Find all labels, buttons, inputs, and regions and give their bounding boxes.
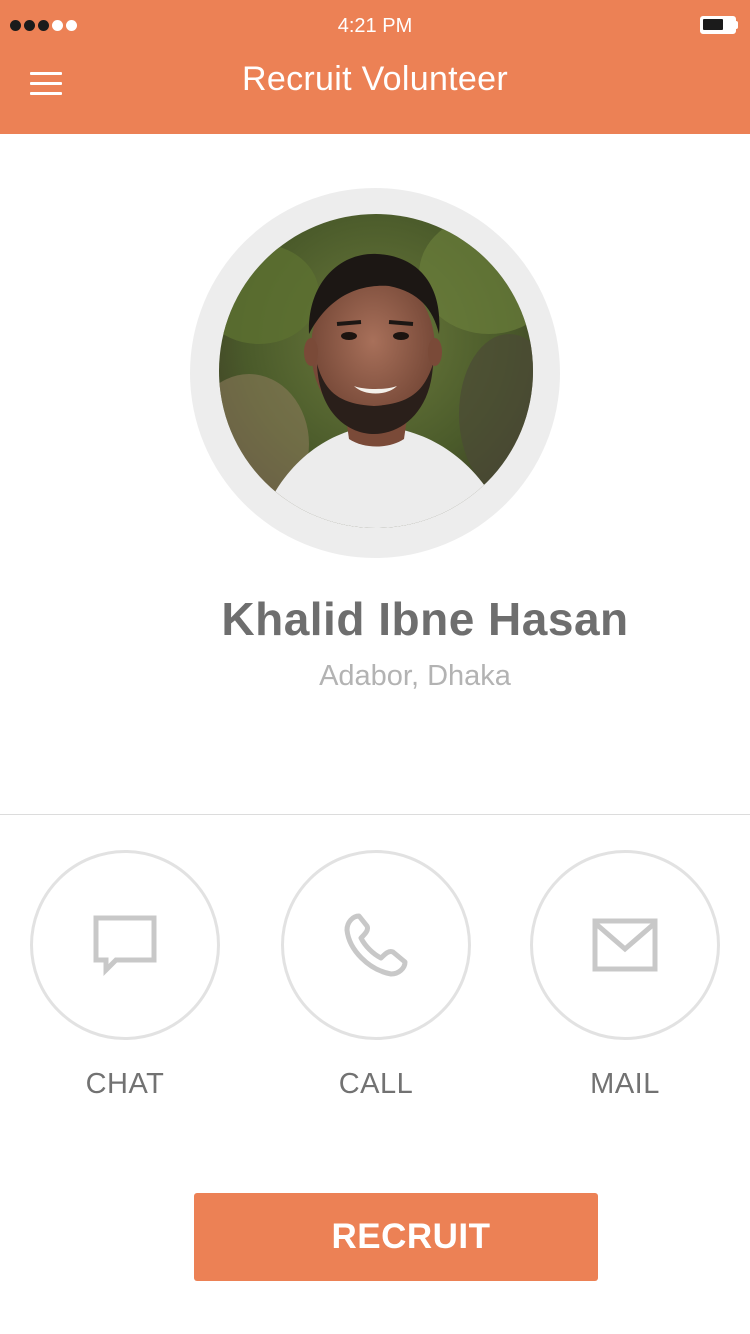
call-label: CALL — [338, 1068, 414, 1100]
avatar — [219, 214, 533, 528]
chat-label: CHAT — [85, 1068, 165, 1100]
mail-button[interactable] — [530, 850, 720, 1040]
chat-button[interactable] — [30, 850, 220, 1040]
envelope-icon — [592, 918, 658, 972]
profile-photo — [219, 214, 533, 528]
divider — [0, 814, 750, 815]
chat-bubble-icon — [93, 915, 157, 977]
page-title: Recruit Volunteer — [242, 60, 508, 98]
volunteer-location: Adabor, Dhaka — [319, 660, 511, 692]
call-button[interactable] — [281, 850, 471, 1040]
volunteer-name: Khalid Ibne Hasan — [221, 593, 629, 645]
recruit-volunteer-screen: 4:21 PM Recruit Volunteer Khalid Ibne Ha… — [0, 0, 750, 1334]
battery-icon — [700, 16, 738, 34]
status-bar: 4:21 PM — [0, 0, 750, 52]
mail-label: MAIL — [590, 1068, 660, 1100]
chat-action[interactable]: CHAT — [30, 850, 220, 1100]
status-time: 4:21 PM — [337, 15, 413, 37]
recruit-button[interactable]: RECRUIT — [194, 1193, 598, 1281]
phone-icon — [344, 913, 408, 977]
call-action[interactable]: CALL — [281, 850, 471, 1100]
mail-action[interactable]: MAIL — [530, 850, 720, 1100]
app-header: 4:21 PM Recruit Volunteer — [0, 0, 750, 134]
